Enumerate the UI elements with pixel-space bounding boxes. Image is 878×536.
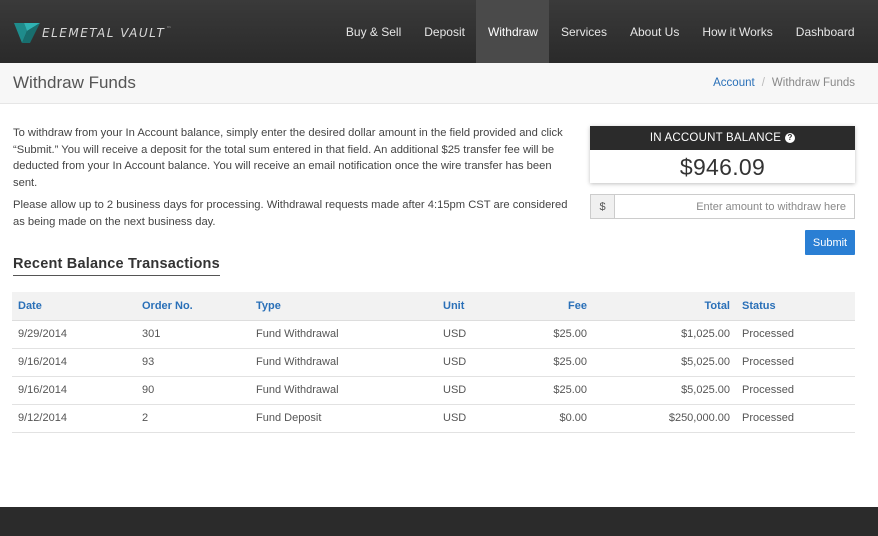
cell-order-no: 301 (136, 320, 250, 349)
cell-unit: USD (437, 348, 507, 377)
cell-order-no: 93 (136, 348, 250, 377)
cell-unit: USD (437, 404, 507, 433)
transactions-table: Date Order No. Type Unit Fee Total Statu… (12, 292, 855, 433)
cell-order-no: 2 (136, 404, 250, 433)
page-footer (0, 507, 878, 536)
balance-amount: $946.09 (679, 154, 766, 180)
nav-dashboard[interactable]: Dashboard (784, 0, 866, 63)
breadcrumb: Account / Withdraw Funds (713, 77, 855, 89)
table-header-row: Date Order No. Type Unit Fee Total Statu… (12, 292, 855, 321)
table-row: 9/29/2014 301 Fund Withdrawal USD $25.00… (12, 320, 855, 349)
main-nav: Buy & Sell Deposit Withdraw Services Abo… (334, 0, 866, 63)
cell-fee: $25.00 (507, 320, 593, 349)
cell-date: 9/16/2014 (12, 376, 136, 405)
table-row: 9/16/2014 93 Fund Withdrawal USD $25.00 … (12, 348, 855, 377)
breadcrumb-current: Withdraw Funds (771, 77, 855, 89)
cell-unit: USD (437, 320, 507, 349)
cell-date: 9/12/2014 (12, 404, 136, 433)
withdraw-instructions: To withdraw from your In Account balance… (13, 125, 568, 230)
column-header-type[interactable]: Type (250, 292, 437, 321)
cell-status: Processed (736, 348, 855, 377)
withdraw-amount-group: $ (590, 194, 855, 219)
page-title: Withdraw Funds (13, 73, 136, 92)
recent-transactions-heading: Recent Balance Transactions (13, 256, 220, 276)
nav-buy-sell[interactable]: Buy & Sell (334, 0, 412, 63)
breadcrumb-separator: / (761, 77, 765, 89)
cell-fee: $0.00 (507, 404, 593, 433)
cell-unit: USD (437, 376, 507, 405)
cell-fee: $25.00 (507, 376, 593, 405)
column-header-fee[interactable]: Fee (507, 292, 593, 321)
cell-date: 9/16/2014 (12, 348, 136, 377)
instructions-paragraph-2: Please allow up to 2 business days for p… (13, 199, 568, 228)
cell-total: $250,000.00 (593, 404, 736, 433)
cell-total: $5,025.00 (593, 348, 736, 377)
cell-status: Processed (736, 320, 855, 349)
top-navbar: ELEMETAL VAULT™ Buy & Sell Deposit Withd… (0, 0, 878, 63)
cell-order-no: 90 (136, 376, 250, 405)
column-header-order-no[interactable]: Order No. (136, 292, 250, 321)
cell-type: Fund Withdrawal (250, 376, 437, 405)
column-header-status[interactable]: Status (736, 292, 855, 321)
nav-withdraw[interactable]: Withdraw (476, 0, 550, 63)
table-row: 9/16/2014 90 Fund Withdrawal USD $25.00 … (12, 376, 855, 405)
cell-fee: $25.00 (507, 348, 593, 377)
balance-heading: IN ACCOUNT BALANCE ? (590, 126, 855, 150)
submit-button[interactable]: Submit (805, 230, 855, 255)
cell-date: 9/29/2014 (12, 320, 136, 349)
cell-type: Fund Withdrawal (250, 320, 437, 349)
cell-total: $5,025.00 (593, 376, 736, 405)
nav-services[interactable]: Services (549, 0, 618, 63)
page-title-bar: Withdraw Funds Account / Withdraw Funds (0, 63, 878, 104)
table-row: 9/12/2014 2 Fund Deposit USD $0.00 $250,… (12, 404, 855, 433)
breadcrumb-account-link[interactable]: Account (713, 77, 755, 89)
logo-v-icon (14, 23, 40, 43)
cell-type: Fund Withdrawal (250, 348, 437, 377)
question-icon[interactable]: ? (785, 133, 796, 143)
column-header-date[interactable]: Date (12, 292, 136, 321)
nav-about-us[interactable]: About Us (618, 0, 690, 63)
currency-addon: $ (591, 195, 615, 218)
balance-heading-label: IN ACCOUNT BALANCE (649, 132, 782, 144)
column-header-total[interactable]: Total (593, 292, 736, 321)
cell-status: Processed (736, 404, 855, 433)
cell-total: $1,025.00 (593, 320, 736, 349)
column-header-unit[interactable]: Unit (437, 292, 507, 321)
cell-type: Fund Deposit (250, 404, 437, 433)
nav-how-it-works[interactable]: How it Works (691, 0, 784, 63)
elemetal-vault-logo[interactable]: ELEMETAL VAULT™ (14, 20, 173, 46)
instructions-paragraph-1: To withdraw from your In Account balance… (13, 127, 563, 189)
withdraw-amount-input[interactable] (615, 195, 854, 218)
cell-status: Processed (736, 376, 855, 405)
logo-text: ELEMETAL VAULT™ (42, 26, 173, 40)
nav-deposit[interactable]: Deposit (413, 0, 477, 63)
account-balance-card: IN ACCOUNT BALANCE ? $946.09 (590, 126, 855, 183)
